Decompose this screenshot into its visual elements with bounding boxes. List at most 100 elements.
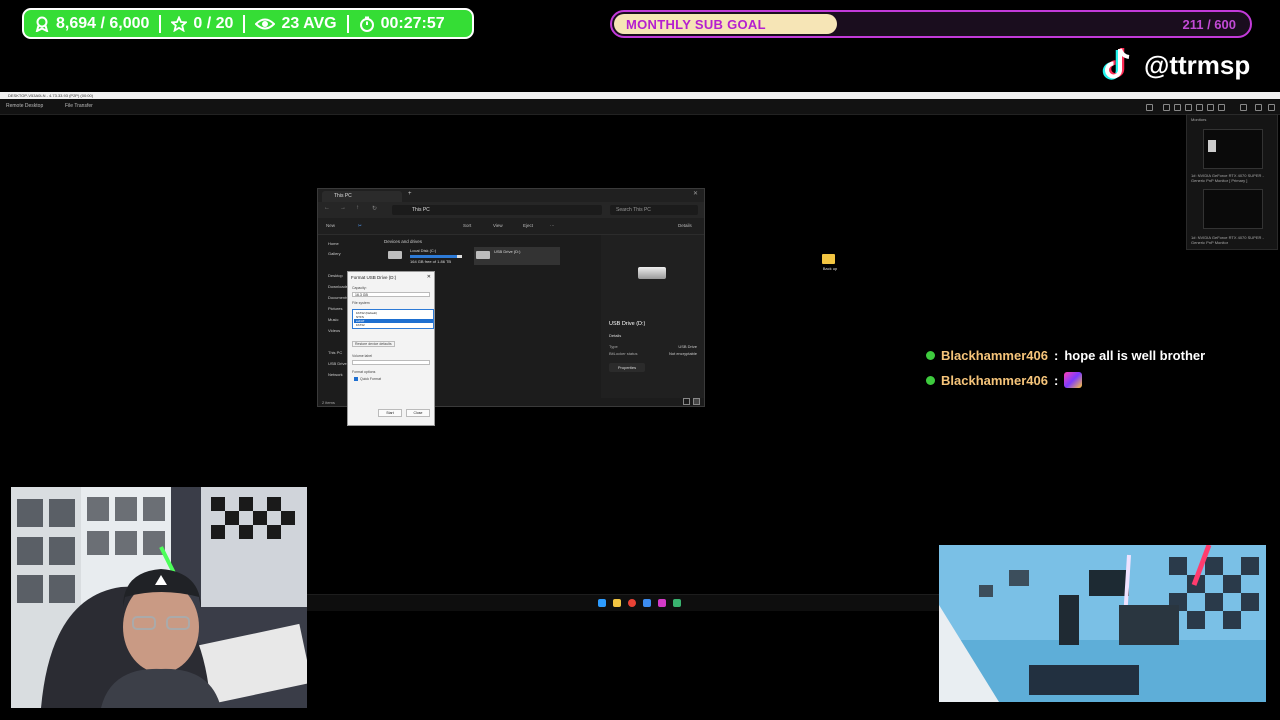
pen-icon[interactable] xyxy=(1185,104,1192,111)
viewers-stat: 23 AVG xyxy=(245,15,346,33)
forward-arrow-icon[interactable]: → xyxy=(340,205,346,211)
monitor-primary-label: 1#: NVIDIA GeForce RTX 4070 SUPER - Gene… xyxy=(1191,173,1264,183)
maximize-icon[interactable] xyxy=(1255,104,1262,111)
favorites-stat: 0 / 20 xyxy=(161,15,243,33)
new-tab-icon[interactable]: + xyxy=(408,191,412,197)
remote-desktop-titlebar[interactable]: DESKTOP-V53A0LN - 4.73.33.93 (P2P) (00:0… xyxy=(0,92,1280,99)
chat-icon[interactable] xyxy=(1146,104,1153,111)
search-input[interactable]: Search This PC xyxy=(610,205,698,215)
refresh-icon[interactable]: ↻ xyxy=(372,205,377,212)
properties-button[interactable]: Properties xyxy=(609,363,645,372)
sort-button[interactable]: Sort xyxy=(463,223,471,228)
monitor-thumbnail-primary[interactable] xyxy=(1203,129,1263,169)
emote-icon xyxy=(1064,372,1083,388)
details-title: USB Drive (D:) xyxy=(609,321,646,327)
details-button[interactable]: Details xyxy=(678,223,692,228)
tab-remote-desktop[interactable]: Remote Desktop xyxy=(6,103,43,109)
usb-drive-icon xyxy=(476,251,490,259)
nav-item-home[interactable]: Home xyxy=(328,241,339,246)
navigation-pane: Home Gallery Desktop Downloads Documents… xyxy=(318,235,350,398)
volume-label-label: Volume label xyxy=(352,354,373,358)
chat-colon: : xyxy=(1053,372,1059,388)
start-button[interactable]: Start xyxy=(378,409,402,417)
quick-format-checkbox[interactable] xyxy=(354,377,358,381)
fs-option-fat32[interactable]: FAT32 xyxy=(354,323,433,327)
search-placeholder: Search This PC xyxy=(616,207,651,213)
close-icon[interactable] xyxy=(1268,104,1275,111)
chrome-icon[interactable] xyxy=(628,599,636,607)
sub-goal-bar: MONTHLY SUB GOAL 211 / 600 xyxy=(610,10,1252,38)
nav-item-this-pc[interactable]: This PC xyxy=(328,350,342,355)
monitor-icon[interactable] xyxy=(1218,104,1225,111)
close-button[interactable]: Close xyxy=(406,409,430,417)
file-system-dropdown[interactable]: FAT32 (Default) NTFS exFAT FAT32 xyxy=(352,309,434,329)
display-icon[interactable] xyxy=(1163,104,1170,111)
capacity-select[interactable]: 16.3 GB xyxy=(352,292,430,297)
desktop-folder-label: Back up xyxy=(822,266,838,271)
cut-icon[interactable]: ✂ xyxy=(358,223,362,229)
usb-drive-icon xyxy=(638,267,666,279)
nav-item-pictures[interactable]: Pictures xyxy=(328,306,342,311)
nav-item-music[interactable]: Music xyxy=(328,317,338,322)
edge-icon[interactable] xyxy=(643,599,651,607)
nav-item-desktop[interactable]: Desktop xyxy=(328,273,343,278)
details-row-bitlocker: BitLocker status Not encryptable xyxy=(609,351,697,356)
start-label: Start xyxy=(386,411,394,415)
explorer-tab-label: This PC xyxy=(334,193,352,199)
close-label: Close xyxy=(413,411,423,415)
address-bar[interactable]: This PC xyxy=(392,205,602,215)
details-pane: USB Drive (D:) Details Type USB Drive Bi… xyxy=(601,235,704,398)
nav-item-documents[interactable]: Documents xyxy=(328,295,348,300)
explorer-toolbar: New ✂ Sort View Eject ··· Details xyxy=(318,218,704,235)
app-icon[interactable] xyxy=(658,599,666,607)
minimize-icon[interactable] xyxy=(1240,104,1247,111)
details-bitlocker-label: BitLocker status xyxy=(609,351,638,356)
file-explorer-icon[interactable] xyxy=(613,599,621,607)
view-button[interactable]: View xyxy=(493,223,503,228)
drive-d[interactable]: USB Drive (D:) xyxy=(474,247,560,265)
monitors-panel: Monitors 1#: NVIDIA GeForce RTX 4070 SUP… xyxy=(1186,114,1278,250)
nav-item-gallery[interactable]: Gallery xyxy=(328,251,341,256)
viewers-value: 23 AVG xyxy=(281,14,337,32)
devices-section-header[interactable]: Devices and drives xyxy=(384,239,422,244)
tab-file-transfer[interactable]: File Transfer xyxy=(65,103,93,109)
nav-item-usb-drive[interactable]: USB Drive xyxy=(328,361,347,366)
eject-button[interactable]: Eject xyxy=(523,223,533,228)
settings-icon[interactable] xyxy=(1196,104,1203,111)
details-view-icon[interactable] xyxy=(683,398,690,405)
close-icon[interactable]: ✕ xyxy=(427,274,431,280)
chat-badge-icon xyxy=(926,375,935,385)
start-menu-icon[interactable] xyxy=(598,599,606,607)
eye-icon xyxy=(255,18,276,29)
tiktok-handle: @ttrmsp xyxy=(1144,49,1251,80)
more-options-icon[interactable]: ··· xyxy=(550,223,555,228)
app-icon[interactable] xyxy=(673,599,681,607)
details-row-type: Type USB Drive xyxy=(609,344,697,349)
desktop-folder[interactable]: Back up xyxy=(820,254,837,272)
explorer-tab[interactable]: This PC xyxy=(322,191,402,202)
window-close-icon[interactable]: ✕ xyxy=(693,190,698,197)
record-icon[interactable] xyxy=(1207,104,1214,111)
tiles-view-icon[interactable] xyxy=(693,398,700,405)
nav-item-downloads[interactable]: Downloads xyxy=(328,284,348,289)
star-icon xyxy=(171,15,188,32)
properties-label: Properties xyxy=(617,365,637,370)
volume-label-input[interactable] xyxy=(352,360,430,365)
explorer-address-row: ← → ↑ ↻ This PC Search This PC xyxy=(318,202,704,218)
drive-c-space: 164 GB free of 1.86 TB xyxy=(410,259,452,264)
windows-taskbar xyxy=(307,594,939,611)
award-icon xyxy=(35,16,49,32)
keyboard-icon[interactable] xyxy=(1174,104,1181,111)
back-arrow-icon[interactable]: ← xyxy=(324,205,330,211)
window-thumbnail xyxy=(1208,140,1216,152)
favorites-value: 0 / 20 xyxy=(193,14,234,32)
format-options-label: Format options xyxy=(352,370,376,374)
new-button[interactable]: New xyxy=(326,223,335,228)
sub-goal-count: 211 / 600 xyxy=(1182,17,1237,32)
drive-c[interactable]: Local Disk (C:) 164 GB free of 1.86 TB xyxy=(386,247,472,265)
nav-item-network[interactable]: Network xyxy=(328,372,343,377)
up-arrow-icon[interactable]: ↑ xyxy=(356,205,359,211)
monitor-thumbnail-secondary[interactable] xyxy=(1203,189,1263,229)
restore-defaults-button[interactable]: Restore device defaults xyxy=(352,341,395,347)
nav-item-videos[interactable]: Videos xyxy=(328,328,340,333)
